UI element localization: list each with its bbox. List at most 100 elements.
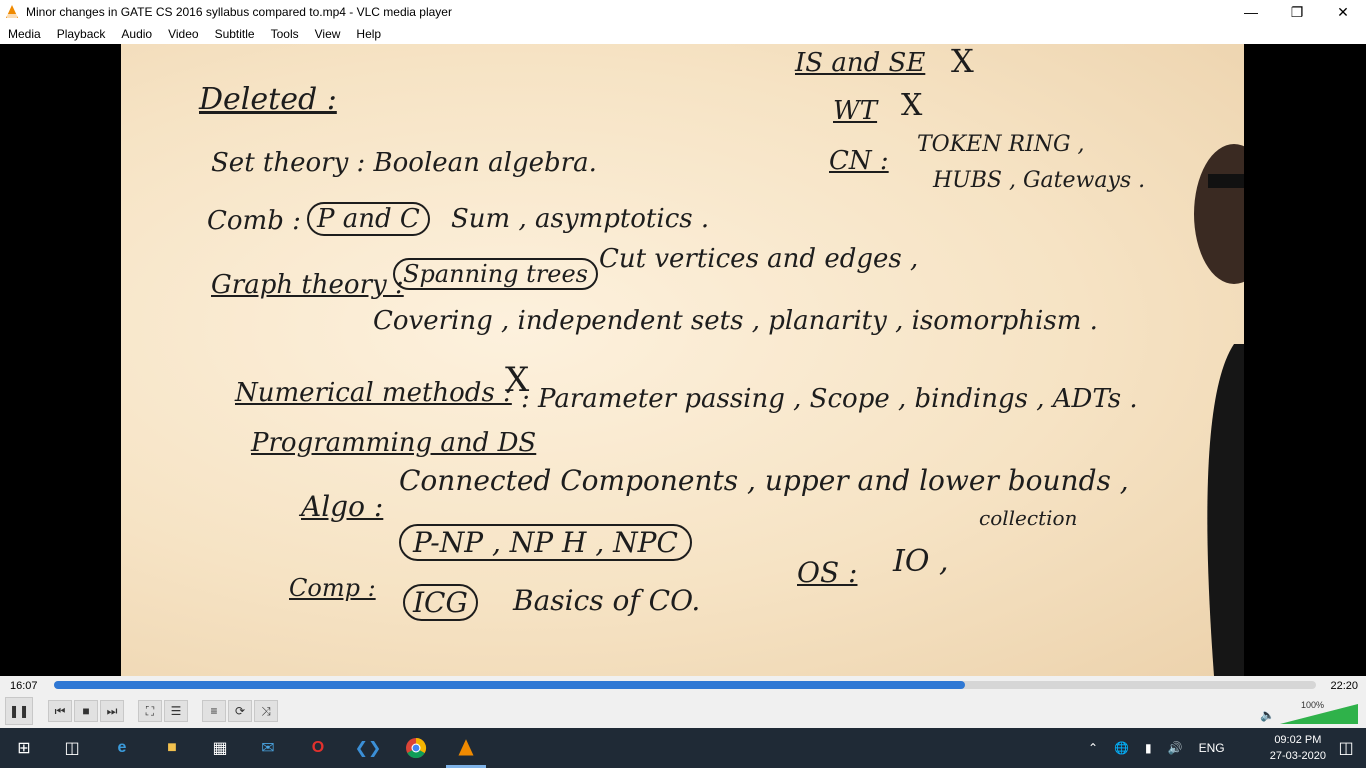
folder-icon: ■ (167, 739, 177, 756)
mail-icon: ✉ (261, 740, 275, 757)
video-area[interactable]: Deleted : Set theory : Boolean algebra. … (0, 44, 1366, 676)
restore-button[interactable]: ❐ (1274, 0, 1320, 24)
seek-bar[interactable] (54, 681, 1316, 689)
presenter-figure (1194, 144, 1244, 676)
clock-date: 27-03-2020 (1269, 750, 1326, 762)
task-view-button[interactable]: ◫ (60, 736, 84, 760)
notifications-button[interactable]: ◫ (1334, 736, 1358, 760)
menu-help[interactable]: Help (348, 27, 389, 41)
next-button[interactable]: ⏭ (100, 700, 124, 722)
board-collection: collection (979, 506, 1078, 530)
opera-icon: O (311, 739, 325, 756)
vlc-taskbar-button[interactable] (454, 736, 478, 760)
board-graph-label: Graph theory : (211, 270, 404, 300)
window-title: Minor changes in GATE CS 2016 syllabus c… (26, 5, 452, 19)
vscode-icon: ❮❯ (354, 740, 382, 757)
menu-audio[interactable]: Audio (113, 27, 160, 41)
board-os-rest: IO , (893, 544, 949, 579)
chevron-up-icon[interactable]: ⌃ (1088, 741, 1098, 755)
menu-video[interactable]: Video (160, 27, 206, 41)
loop-button[interactable]: ⟳ (228, 700, 252, 722)
board-comp-label: Comp : (289, 574, 376, 602)
speaker-tray-icon[interactable]: 🔊 (1168, 741, 1183, 755)
menu-tools[interactable]: Tools (263, 27, 307, 41)
vscode-button[interactable]: ❮❯ (354, 736, 382, 760)
board-algo-rest: Connected Components , upper and lower b… (399, 464, 1129, 497)
board-set-theory: Set theory : Boolean algebra. (211, 148, 597, 178)
clock[interactable]: 09:02 PM 27-03-2020 (1270, 732, 1326, 764)
board-algo-circled: P-NP , NP H , NPC (399, 524, 692, 561)
network-icon[interactable]: 🌐 (1114, 741, 1129, 755)
clock-time: 09:02 PM (1274, 734, 1322, 746)
board-numerical: Numerical methods : (235, 378, 512, 408)
pause-button[interactable]: ❚❚ (5, 697, 33, 725)
board-wt-cross: X (901, 88, 923, 123)
chrome-icon (406, 737, 427, 759)
volume-slider[interactable] (1280, 704, 1358, 724)
seek-row: 16:07 22:20 (0, 676, 1366, 696)
fullscreen-button[interactable]: ⛶ (138, 700, 162, 722)
fullscreen-icon: ⛶ (145, 703, 155, 718)
language-indicator[interactable]: ENG (1199, 741, 1225, 755)
elapsed-time: 16:07 (10, 680, 38, 692)
stop-icon: ■ (82, 704, 90, 718)
vlc-cone-icon (458, 739, 474, 756)
board-cn-rest2: HUBS , Gateways . (933, 168, 1146, 193)
board-graph-rest: Cut vertices and edges , (599, 244, 919, 274)
store-button[interactable]: ▦ (208, 736, 232, 760)
opera-button[interactable]: O (306, 736, 330, 760)
playlist-icon: ≡ (210, 704, 218, 718)
pause-icon: ❚❚ (8, 704, 30, 718)
board-cn: CN : (829, 146, 889, 176)
video-frame: Deleted : Set theory : Boolean algebra. … (121, 44, 1244, 676)
board-os-label: OS : (797, 556, 858, 589)
board-wt: WT (833, 96, 878, 126)
shuffle-icon: ⤨ (261, 703, 271, 718)
close-button[interactable]: ✕ (1320, 0, 1366, 24)
playlist-button[interactable]: ≡ (202, 700, 226, 722)
board-prog-rest: : Parameter passing , Scope , bindings ,… (521, 384, 1138, 414)
taskbar: ⊞ ◫ e ■ ▦ ✉ O ❮❯ ⌃ 🌐 ▮ 🔊 ENG 09:02 PM 27… (0, 728, 1366, 768)
edge-button[interactable]: e (110, 736, 134, 760)
menu-subtitle[interactable]: Subtitle (207, 27, 263, 41)
board-comb-label: Comb : (207, 206, 301, 236)
system-tray: ⌃ 🌐 ▮ 🔊 ENG (1088, 728, 1225, 768)
menu-view[interactable]: View (307, 27, 349, 41)
total-time: 22:20 (1330, 680, 1358, 692)
board-comp-circled: ICG (403, 584, 478, 621)
file-explorer-button[interactable]: ■ (160, 736, 184, 760)
menu-playback[interactable]: Playback (49, 27, 114, 41)
skip-back-icon: ⏮ (54, 703, 66, 718)
speaker-icon: 🔈 (1260, 708, 1275, 722)
board-deleted: Deleted : (199, 82, 337, 117)
mail-button[interactable]: ✉ (256, 736, 280, 760)
battery-icon[interactable]: ▮ (1145, 741, 1152, 755)
chrome-button[interactable] (404, 736, 428, 760)
controls-bar: ❚❚ ⏮ ■ ⏭ ⛶ ☰ ≡ ⟳ ⤨ 100% 🔈 (0, 696, 1366, 728)
minimize-button[interactable]: — (1228, 0, 1274, 24)
stop-button[interactable]: ■ (74, 700, 98, 722)
board-comb-rest: Sum , asymptotics . (451, 204, 710, 234)
store-icon: ▦ (212, 740, 228, 757)
start-button[interactable]: ⊞ (12, 736, 36, 760)
task-view-icon: ◫ (64, 740, 80, 757)
board-algo-label: Algo : (301, 490, 384, 523)
skip-forward-icon: ⏭ (106, 703, 118, 718)
board-is-se-cross: X (951, 44, 974, 80)
volume-control[interactable]: 100% 🔈 (1260, 700, 1360, 724)
notification-icon: ◫ (1338, 740, 1354, 757)
menu-media[interactable]: Media (0, 27, 49, 41)
vlc-icon (6, 5, 18, 18)
board-prog-label: Programming and DS (251, 428, 537, 458)
extended-settings-button[interactable]: ☰ (164, 700, 188, 722)
equalizer-icon: ☰ (170, 704, 182, 718)
windows-icon: ⊞ (17, 740, 31, 757)
board-graph-line2: Covering , independent sets , planarity … (373, 306, 1098, 336)
menu-bar: Media Playback Audio Video Subtitle Tool… (0, 24, 1366, 44)
shuffle-button[interactable]: ⤨ (254, 700, 278, 722)
board-graph-circled: Spanning trees (393, 258, 598, 290)
board-is-se: IS and SE (795, 48, 926, 78)
edge-icon: e (117, 739, 127, 756)
previous-button[interactable]: ⏮ (48, 700, 72, 722)
title-bar: Minor changes in GATE CS 2016 syllabus c… (0, 0, 1366, 24)
